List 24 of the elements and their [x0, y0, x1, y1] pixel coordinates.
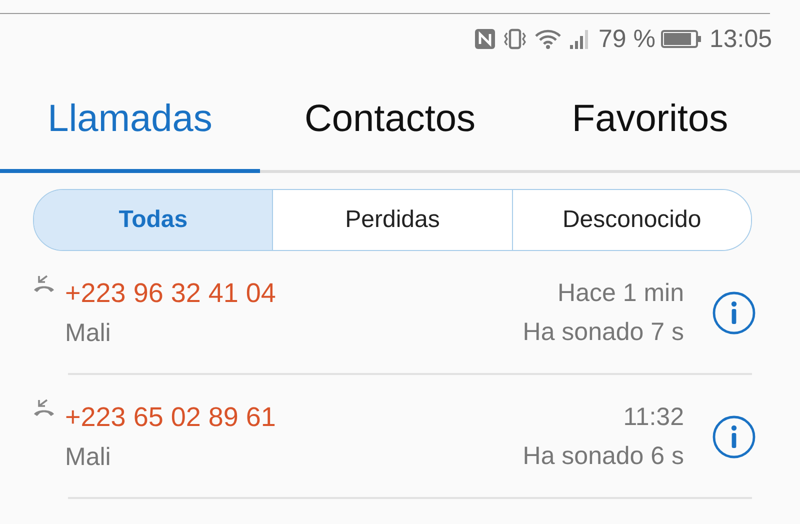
- tab[interactable]: Favoritos: [520, 64, 780, 173]
- vibrate-icon: [502, 28, 528, 50]
- call-location: Mali: [65, 319, 112, 348]
- tab[interactable]: Llamadas: [0, 64, 260, 173]
- missed-call-icon: [33, 275, 55, 293]
- info-icon[interactable]: [712, 415, 756, 459]
- call-time: Hace 1 min: [558, 279, 684, 308]
- phone-number: +223 96 32 41 04: [65, 278, 277, 309]
- battery-icon: [661, 28, 704, 50]
- ring-duration: Ha sonado 7 s: [522, 318, 684, 347]
- missed-call-icon: [33, 399, 55, 417]
- filter-tab[interactable]: Perdidas: [272, 190, 512, 250]
- wifi-icon: [534, 28, 562, 50]
- nfc-icon: [474, 28, 496, 50]
- ring-duration: Ha sonado 6 s: [522, 442, 684, 471]
- tab[interactable]: Contactos: [260, 64, 520, 173]
- phone-number: +223 65 02 89 61: [65, 402, 277, 433]
- call-location: Mali: [65, 443, 112, 472]
- info-icon[interactable]: [712, 291, 756, 335]
- filter-tab[interactable]: Todas: [34, 190, 272, 250]
- status-time: 13:05: [709, 24, 772, 54]
- filter-tab[interactable]: Desconocido: [512, 190, 751, 250]
- call-time: 11:32: [623, 403, 684, 432]
- battery-percent: 79 %: [598, 24, 656, 54]
